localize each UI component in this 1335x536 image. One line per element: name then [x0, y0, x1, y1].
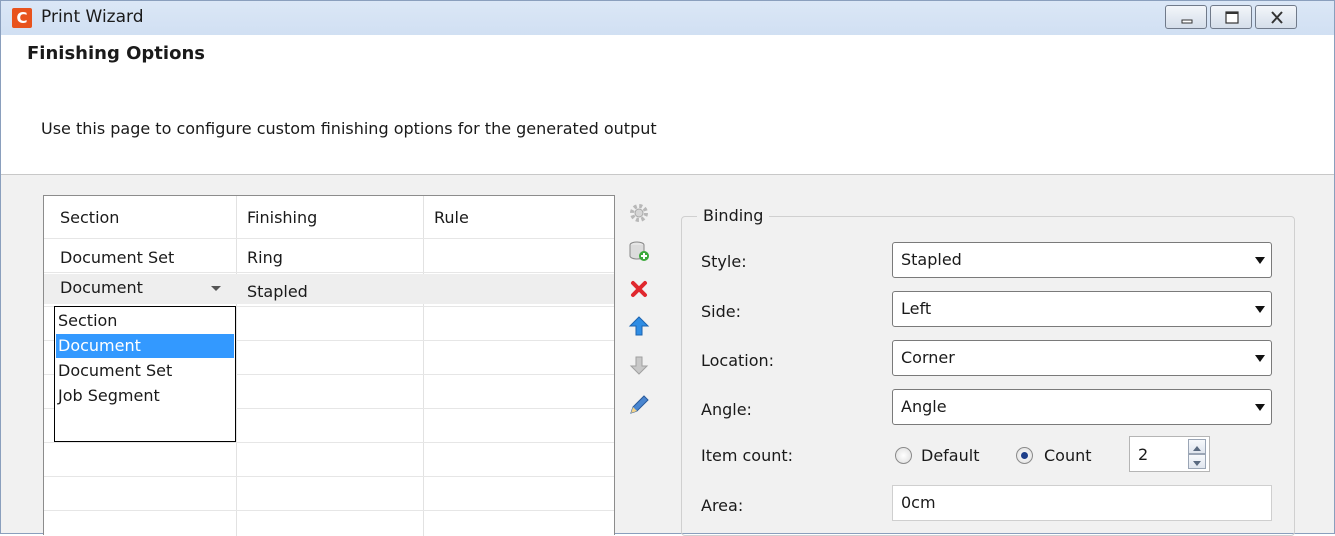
page-description: Use this page to configure custom finish…: [41, 119, 657, 138]
minimize-icon: [1181, 19, 1193, 24]
binding-group-title: Binding: [697, 206, 770, 225]
spinner-up-button[interactable]: [1188, 439, 1206, 454]
section-dropdown-list[interactable]: Section Document Document Set Job Segmen…: [54, 306, 236, 442]
spinner-down-button[interactable]: [1188, 454, 1206, 469]
maximize-icon: [1225, 11, 1239, 24]
dropdown-option-section[interactable]: Section: [56, 309, 234, 333]
count-radio-label[interactable]: Count: [1044, 446, 1092, 465]
area-label: Area:: [701, 496, 744, 515]
gear-icon[interactable]: [627, 201, 651, 225]
area-input[interactable]: 0cm: [892, 485, 1272, 521]
row2-finishing-cell[interactable]: Stapled: [247, 282, 308, 301]
side-select-value: Left: [901, 299, 932, 318]
row1-finishing-cell[interactable]: Ring: [247, 248, 283, 267]
dropdown-option-job-segment[interactable]: Job Segment: [56, 384, 234, 408]
row1-section-cell[interactable]: Document Set: [60, 248, 174, 267]
item-count-label: Item count:: [701, 446, 794, 465]
chevron-down-icon: [1255, 257, 1265, 264]
print-wizard-window: C Print Wizard Finishing Options Use thi…: [0, 0, 1335, 536]
edit-pencil-icon[interactable]: [627, 393, 651, 417]
angle-label: Angle:: [701, 400, 752, 419]
location-select[interactable]: Corner: [892, 340, 1272, 376]
maximize-button[interactable]: [1210, 5, 1252, 29]
minimize-button[interactable]: [1165, 5, 1207, 29]
dropdown-option-document[interactable]: Document: [56, 334, 234, 358]
app-logo-icon: C: [12, 8, 32, 28]
style-select[interactable]: Stapled: [892, 242, 1272, 278]
column-header-section[interactable]: Section: [60, 208, 119, 227]
style-label: Style:: [701, 252, 747, 271]
item-count-value[interactable]: 2: [1138, 445, 1148, 464]
close-button[interactable]: [1255, 5, 1297, 29]
section-combo[interactable]: Document: [60, 278, 143, 297]
location-select-value: Corner: [901, 348, 955, 367]
column-header-rule[interactable]: Rule: [434, 208, 469, 227]
page-title: Finishing Options: [27, 43, 205, 64]
chevron-down-icon: [1255, 306, 1265, 313]
window-title: Print Wizard: [41, 7, 144, 27]
delete-icon[interactable]: [627, 277, 651, 301]
angle-select[interactable]: Angle: [892, 389, 1272, 425]
chevron-down-icon[interactable]: [211, 286, 221, 291]
location-label: Location:: [701, 351, 775, 370]
chevron-down-icon: [1255, 404, 1265, 411]
chevron-down-icon: [1255, 355, 1265, 362]
close-icon: [1271, 11, 1283, 24]
default-radio-label[interactable]: Default: [921, 446, 979, 465]
side-select[interactable]: Left: [892, 291, 1272, 327]
add-database-icon[interactable]: [627, 239, 651, 263]
angle-select-value: Angle: [901, 397, 947, 416]
chevron-down-icon: [1193, 461, 1201, 466]
finishing-table[interactable]: Section Finishing Rule Document Set Ring…: [43, 195, 615, 536]
default-radio[interactable]: [895, 447, 912, 464]
column-header-finishing[interactable]: Finishing: [247, 208, 317, 227]
count-radio[interactable]: [1016, 447, 1033, 464]
move-up-icon[interactable]: [627, 314, 651, 338]
side-label: Side:: [701, 302, 741, 321]
move-down-icon[interactable]: [627, 353, 651, 377]
style-select-value: Stapled: [901, 250, 962, 269]
dropdown-option-document-set[interactable]: Document Set: [56, 359, 234, 383]
item-count-spinner[interactable]: 2: [1129, 436, 1210, 472]
